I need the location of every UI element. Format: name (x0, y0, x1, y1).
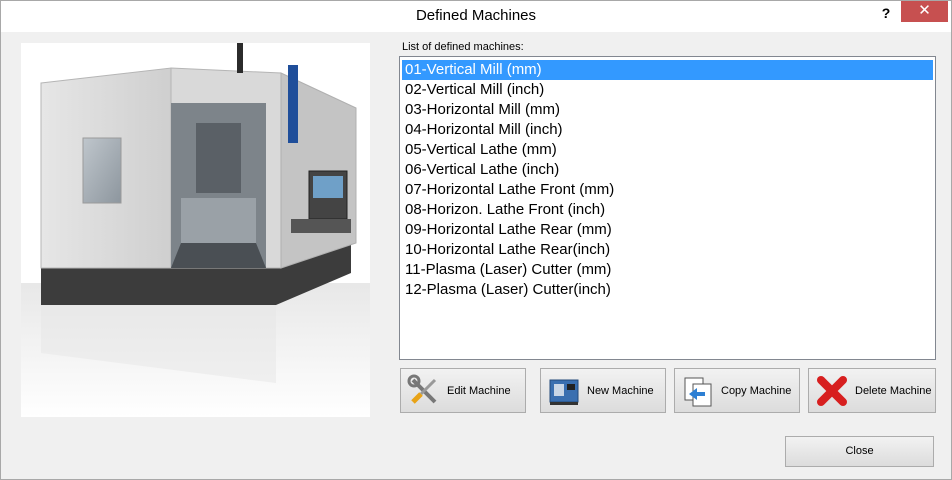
red-x-icon (817, 375, 847, 406)
title-bar: Defined Machines ? ✕ (1, 1, 951, 32)
list-item[interactable]: 11-Plasma (Laser) Cutter (mm) (402, 260, 933, 280)
close-button[interactable]: Close (785, 436, 934, 467)
list-item[interactable]: 06-Vertical Lathe (inch) (402, 160, 933, 180)
list-item[interactable]: 09-Horizontal Lathe Rear (mm) (402, 220, 933, 240)
machine-image (21, 43, 370, 417)
delete-machine-label: Delete Machine (855, 384, 932, 397)
machine-listbox[interactable]: 01-Vertical Mill (mm) 02-Vertical Mill (… (399, 56, 936, 360)
list-item[interactable]: 05-Vertical Lathe (mm) (402, 140, 933, 160)
list-item[interactable]: 04-Horizontal Mill (inch) (402, 120, 933, 140)
window-title: Defined Machines (415, 7, 537, 24)
wrench-screwdriver-icon (407, 374, 437, 404)
list-item[interactable]: 01-Vertical Mill (mm) (402, 60, 933, 80)
list-item[interactable]: 03-Horizontal Mill (mm) (402, 100, 933, 120)
new-machine-button[interactable]: New Machine (540, 368, 666, 413)
cnc-machine-icon (549, 379, 579, 405)
defined-machines-dialog: Defined Machines ? ✕ List of defined mac… (0, 0, 952, 480)
new-machine-label: New Machine (587, 384, 654, 397)
copy-machine-button[interactable]: Copy Machine (674, 368, 800, 413)
list-item[interactable]: 02-Vertical Mill (inch) (402, 80, 933, 100)
copy-machine-label: Copy Machine (721, 384, 792, 397)
window-close-button[interactable]: ✕ (901, 1, 948, 22)
help-button[interactable]: ? (873, 3, 899, 25)
copy-document-icon (684, 377, 712, 406)
delete-machine-button[interactable]: Delete Machine (808, 368, 936, 413)
machine-list-label: List of defined machines: (402, 41, 524, 53)
list-item[interactable]: 08-Horizon. Lathe Front (inch) (402, 200, 933, 220)
edit-machine-button[interactable]: Edit Machine (400, 368, 526, 413)
list-item[interactable]: 07-Horizontal Lathe Front (mm) (402, 180, 933, 200)
cnc-machine-illustration (21, 43, 370, 417)
list-item[interactable]: 12-Plasma (Laser) Cutter(inch) (402, 280, 933, 300)
list-item[interactable]: 10-Horizontal Lathe Rear(inch) (402, 240, 933, 260)
edit-machine-label: Edit Machine (447, 384, 511, 397)
